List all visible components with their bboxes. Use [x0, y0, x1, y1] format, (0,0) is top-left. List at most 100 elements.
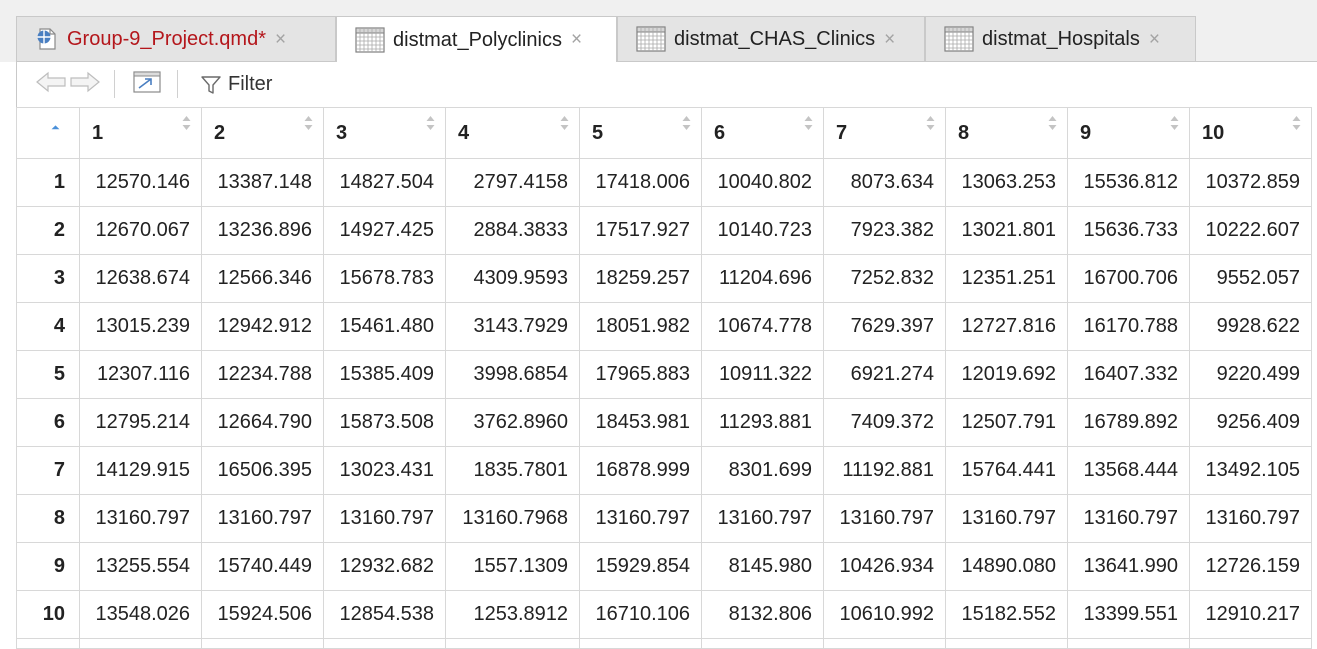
tab-close-icon[interactable]: ×	[571, 30, 582, 49]
table-cell[interactable]: 13387.148	[201, 158, 324, 207]
table-cell[interactable]: 12670.067	[79, 206, 202, 255]
table-cell[interactable]: 11204.696	[701, 254, 824, 303]
column-header-9[interactable]: 9	[1067, 107, 1190, 159]
table-cell[interactable]: 18453.981	[579, 398, 702, 447]
table-cell[interactable]: 13236.896	[201, 206, 324, 255]
column-header-5[interactable]: 5	[579, 107, 702, 159]
table-cell[interactable]: 15636.733	[1067, 206, 1190, 255]
forward-button[interactable]	[69, 62, 101, 107]
column-header-10[interactable]: 10	[1189, 107, 1312, 159]
table-cell[interactable]: 15678.783	[323, 254, 446, 303]
table-cell[interactable]: 13160.797	[1189, 494, 1312, 543]
table-cell[interactable]: 2797.4158	[445, 158, 580, 207]
table-cell[interactable]: 9928.622	[1189, 302, 1312, 351]
tab-distmat-polyclinics[interactable]: distmat_Polyclinics ×	[336, 16, 617, 62]
filter-button[interactable]: Filter	[200, 62, 272, 107]
table-cell[interactable]: 1253.8912	[445, 590, 580, 639]
table-cell[interactable]: 10911.322	[701, 350, 824, 399]
table-cell[interactable]: 10674.778	[701, 302, 824, 351]
table-cell[interactable]: 11192.881	[823, 446, 946, 495]
column-header-3[interactable]: 3	[323, 107, 446, 159]
table-cell[interactable]: 10222.607	[1189, 206, 1312, 255]
tab-distmat-hospitals[interactable]: distmat_Hospitals ×	[925, 16, 1196, 61]
table-cell[interactable]: 12727.816	[945, 302, 1068, 351]
table-cell[interactable]: 8145.980	[701, 542, 824, 591]
table-cell[interactable]: 13160.797	[323, 494, 446, 543]
table-cell[interactable]: 13160.797	[823, 494, 946, 543]
table-cell[interactable]: 13160.797	[201, 494, 324, 543]
back-button[interactable]	[35, 62, 67, 107]
table-cell[interactable]: 15385.409	[323, 350, 446, 399]
table-cell[interactable]: 17418.006	[579, 158, 702, 207]
table-cell[interactable]: 12351.251	[945, 254, 1068, 303]
table-cell[interactable]: 18051.982	[579, 302, 702, 351]
column-header-2[interactable]: 2	[201, 107, 324, 159]
table-cell[interactable]: 13641.990	[1067, 542, 1190, 591]
table-cell[interactable]: 14827.504	[323, 158, 446, 207]
table-cell[interactable]: 4309.9593	[445, 254, 580, 303]
table-cell[interactable]: 15182.552	[945, 590, 1068, 639]
table-cell[interactable]: 3143.7929	[445, 302, 580, 351]
table-cell[interactable]: 10426.934	[823, 542, 946, 591]
table-cell[interactable]: 1557.1309	[445, 542, 580, 591]
table-cell[interactable]: 7409.372	[823, 398, 946, 447]
table-cell[interactable]: 7923.382	[823, 206, 946, 255]
table-cell[interactable]: 12795.214	[79, 398, 202, 447]
table-cell[interactable]: 16710.106	[579, 590, 702, 639]
row-number-header[interactable]	[16, 107, 80, 159]
table-cell[interactable]: 12019.692	[945, 350, 1068, 399]
table-cell[interactable]: 17517.927	[579, 206, 702, 255]
table-cell[interactable]: 16506.395	[201, 446, 324, 495]
table-cell[interactable]: 13021.801	[945, 206, 1068, 255]
tab-close-icon[interactable]: ×	[884, 30, 895, 49]
table-cell[interactable]: 13568.444	[1067, 446, 1190, 495]
popout-button[interactable]	[131, 62, 163, 107]
table-cell[interactable]: 16700.706	[1067, 254, 1190, 303]
table-cell[interactable]: 15764.441	[945, 446, 1068, 495]
table-cell[interactable]: 18259.257	[579, 254, 702, 303]
table-cell[interactable]: 12307.116	[79, 350, 202, 399]
table-cell[interactable]: 13063.253	[945, 158, 1068, 207]
table-cell[interactable]: 8301.699	[701, 446, 824, 495]
table-cell[interactable]: 15924.506	[201, 590, 324, 639]
table-cell[interactable]: 12932.682	[323, 542, 446, 591]
table-cell[interactable]: 10140.723	[701, 206, 824, 255]
table-cell[interactable]: 8073.634	[823, 158, 946, 207]
table-cell[interactable]: 14890.080	[945, 542, 1068, 591]
table-cell[interactable]: 9552.057	[1189, 254, 1312, 303]
table-cell[interactable]: 13399.551	[1067, 590, 1190, 639]
table-cell[interactable]: 13160.797	[945, 494, 1068, 543]
table-cell[interactable]: 16789.892	[1067, 398, 1190, 447]
column-header-6[interactable]: 6	[701, 107, 824, 159]
table-cell[interactable]: 15929.854	[579, 542, 702, 591]
table-cell[interactable]: 3998.6854	[445, 350, 580, 399]
column-header-7[interactable]: 7	[823, 107, 946, 159]
table-cell[interactable]: 12234.788	[201, 350, 324, 399]
table-cell[interactable]: 16878.999	[579, 446, 702, 495]
table-cell[interactable]: 12942.912	[201, 302, 324, 351]
table-cell[interactable]: 13492.105	[1189, 446, 1312, 495]
table-cell[interactable]: 7252.832	[823, 254, 946, 303]
table-cell[interactable]: 10372.859	[1189, 158, 1312, 207]
table-cell[interactable]: 16170.788	[1067, 302, 1190, 351]
table-cell[interactable]: 13160.7968	[445, 494, 580, 543]
table-cell[interactable]: 14129.915	[79, 446, 202, 495]
table-cell[interactable]: 12638.674	[79, 254, 202, 303]
table-cell[interactable]: 2884.3833	[445, 206, 580, 255]
table-cell[interactable]: 13160.797	[79, 494, 202, 543]
table-cell[interactable]: 14927.425	[323, 206, 446, 255]
table-cell[interactable]: 9220.499	[1189, 350, 1312, 399]
table-cell[interactable]: 12854.538	[323, 590, 446, 639]
table-cell[interactable]: 17965.883	[579, 350, 702, 399]
table-cell[interactable]: 8132.806	[701, 590, 824, 639]
table-cell[interactable]: 12726.159	[1189, 542, 1312, 591]
table-cell[interactable]: 7629.397	[823, 302, 946, 351]
table-cell[interactable]: 13160.797	[1067, 494, 1190, 543]
table-cell[interactable]: 13160.797	[701, 494, 824, 543]
column-header-4[interactable]: 4	[445, 107, 580, 159]
tab-close-icon[interactable]: ×	[275, 30, 286, 49]
table-cell[interactable]: 15536.812	[1067, 158, 1190, 207]
table-cell[interactable]: 10610.992	[823, 590, 946, 639]
table-cell[interactable]: 6921.274	[823, 350, 946, 399]
column-header-8[interactable]: 8	[945, 107, 1068, 159]
